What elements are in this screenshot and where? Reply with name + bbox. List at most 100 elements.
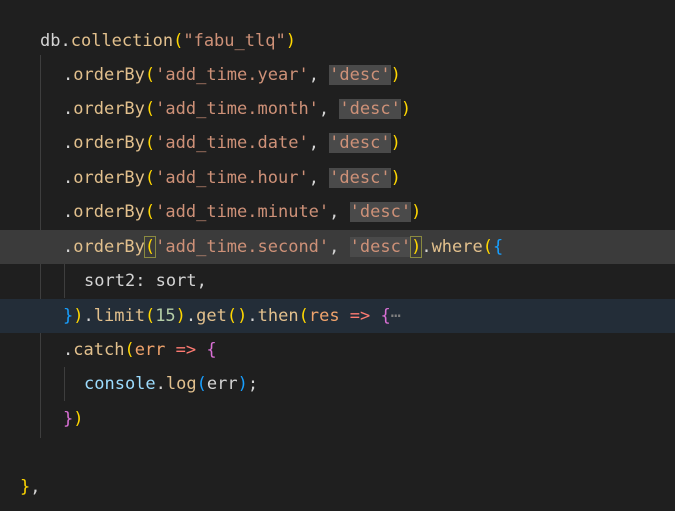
code-token: 'desc' [329,133,391,153]
code-line[interactable]: .orderBy('add_time.minute', 'desc') [0,195,675,229]
code-token: ) [73,306,84,326]
code-token: 'desc' [339,99,401,119]
code-line[interactable]: }) [0,402,675,436]
code-token: } [20,477,31,497]
code-token: ( [144,306,156,326]
code-token: . [63,65,74,85]
code-token: ) [285,31,296,51]
code-token: 'desc' [329,65,391,85]
code-token: 'add_time.minute' [155,202,330,222]
code-token: ) [73,409,84,429]
code-token: ) [411,202,422,222]
code-token: catch [73,340,125,360]
ellipsis-icon[interactable]: ⋯ [391,306,401,326]
code-token: : [135,271,156,291]
code-line[interactable] [0,436,675,470]
code-token: 'add_time.second' [155,237,330,257]
code-token: => [339,306,381,326]
code-token: orderBy [73,202,145,222]
code-token: orderBy [73,65,145,85]
code-token: . [63,340,74,360]
code-token: 'desc' [329,168,391,188]
code-token: , [308,168,330,188]
code-token: get [196,306,227,326]
code-token: 'add_time.date' [155,133,309,153]
code-token: . [247,306,258,326]
code-token: , [308,133,330,153]
code-token: , [329,202,350,222]
code-token: . [185,306,197,326]
code-line-content: .orderBy('add_time.date', 'desc') [63,126,401,160]
code-token: . [421,237,432,257]
code-token: log [165,374,197,394]
code-token: . [63,133,74,153]
code-token: where [431,237,483,257]
code-token: } [63,409,74,429]
code-token: sort2 [84,271,136,291]
code-token: orderBy [73,237,145,257]
code-token: err [134,340,166,360]
code-token: , [329,237,350,257]
code-token: ) [175,306,186,326]
code-token: ( [173,31,184,51]
code-line-content: .orderBy('add_time.month', 'desc') [63,92,411,126]
code-token: . [83,306,94,326]
code-line-content: .orderBy('add_time.second', 'desc').wher… [63,230,503,264]
code-token: orderBy [73,133,145,153]
code-line-content: .orderBy('add_time.minute', 'desc') [63,195,421,229]
code-token: 'add_time.hour' [155,168,309,188]
code-token: console [84,374,156,394]
code-line[interactable]: .orderBy('add_time.year', 'desc') [0,58,675,92]
code-token: ( [298,306,309,326]
code-line[interactable]: sort2: sort, [0,264,675,298]
code-line[interactable]: .orderBy('add_time.hour', 'desc') [0,161,675,195]
code-line-content: .catch(err => { [63,333,217,367]
code-token: { [380,306,391,326]
code-token: ) [237,306,248,326]
code-token: 'add_time.year' [155,65,309,85]
code-token: collection [70,31,174,51]
code-token: , [30,477,41,497]
code-token: res [308,306,340,326]
code-token: ( [144,65,156,85]
code-token: orderBy [73,99,145,119]
code-line[interactable]: }, [0,470,675,504]
code-token: , [196,271,207,291]
code-line-content: }) [63,402,84,436]
code-line[interactable]: db.collection("fabu_tlq") [0,24,675,58]
code-token: ( [143,236,157,258]
code-line[interactable]: .orderBy('add_time.second', 'desc').wher… [0,230,675,264]
code-token: db [40,31,61,51]
code-line-content: .orderBy('add_time.hour', 'desc') [63,161,401,195]
code-token: then [257,306,299,326]
code-token: => [165,340,207,360]
code-line[interactable]: .orderBy('add_time.month', 'desc') [0,92,675,126]
code-line-content: console.log(err); [84,367,258,401]
code-line-content: }).limit(15).get().then(res => {⋯ [63,299,401,333]
code-line-content: db.collection("fabu_tlq") [40,24,296,58]
code-line[interactable]: .catch(err => { [0,333,675,367]
code-token: ) [390,168,401,188]
code-token: ( [196,374,207,394]
code-token: orderBy [73,168,145,188]
code-token: { [493,237,504,257]
code-token: . [60,31,71,51]
code-token: 'add_time.month' [155,99,319,119]
code-token: ( [144,99,156,119]
code-token: ) [410,236,423,258]
code-token: } [63,306,74,326]
code-token: ) [237,374,248,394]
code-token: ( [144,133,156,153]
code-token: ( [144,202,156,222]
code-line[interactable]: .orderBy('add_time.date', 'desc') [0,126,675,160]
code-token: ) [400,99,412,119]
code-token: "fabu_tlq" [183,31,286,51]
code-line[interactable]: }).limit(15).get().then(res => {⋯ [0,299,675,333]
code-token: ( [144,168,156,188]
code-token: . [63,99,74,119]
code-token: sort [155,271,197,291]
code-token: ( [226,306,238,326]
code-token: . [63,168,74,188]
code-editor[interactable]: db.collection("fabu_tlq") .orderBy('add_t… [0,0,675,511]
code-line[interactable]: console.log(err); [0,367,675,401]
